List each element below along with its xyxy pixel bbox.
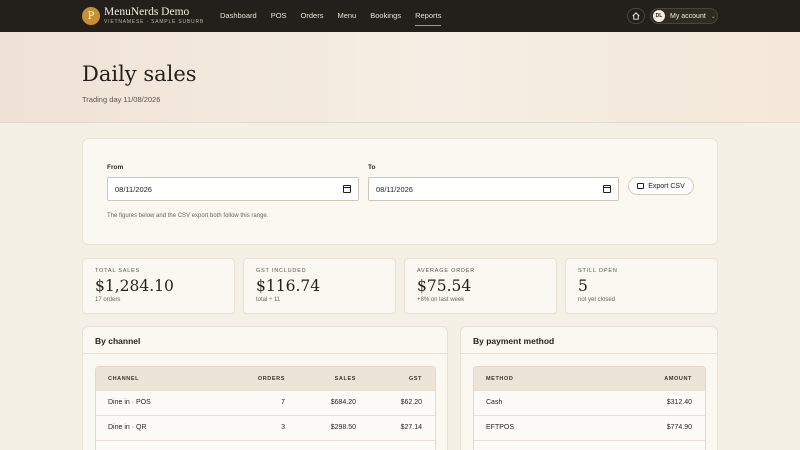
page-subtitle: Trading day 11/08/2026 <box>82 95 161 104</box>
filter-note: The figures below and the CSV export bot… <box>107 213 269 219</box>
table-header: CHANNEL ORDERS SALES GST <box>96 367 435 390</box>
from-date-input[interactable]: 08/11/2026 <box>107 177 359 201</box>
table-row[interactable] <box>474 440 705 450</box>
table-row[interactable] <box>96 440 435 450</box>
table-cell: Dine in · QR <box>108 424 147 431</box>
printer-icon <box>637 183 645 189</box>
stat-label: AVERAGE ORDER <box>417 268 475 274</box>
account-menu-button[interactable]: DL My account ⌄ <box>650 8 718 24</box>
table-cell: 3 <box>281 424 285 431</box>
table-row[interactable]: EFTPOS $774.90 <box>474 415 705 440</box>
column-header[interactable]: ORDERS <box>258 376 285 382</box>
column-header[interactable]: AMOUNT <box>664 376 692 382</box>
panel-title: By channel <box>95 336 141 346</box>
table-cell: 7 <box>281 399 285 406</box>
page-header: Daily sales Trading day 11/08/2026 <box>0 32 800 123</box>
stat-note: +8% on last week <box>417 297 465 303</box>
payment-method-table: METHOD AMOUNT Cash $312.40 EFTPOS $774.9… <box>473 366 706 450</box>
main-nav: Dashboard POS Orders Menu Bookings Repor… <box>220 0 455 32</box>
nav-item-reports[interactable]: Reports <box>415 0 442 32</box>
export-csv-label: Export CSV <box>648 182 685 190</box>
nav-item-orders[interactable]: Orders <box>301 0 324 32</box>
stat-note: total ÷ 11 <box>256 297 281 303</box>
brand-title[interactable]: MenuNerds Demo <box>104 6 189 18</box>
calendar-icon[interactable] <box>343 185 351 193</box>
stat-note: not yet closed <box>578 297 616 303</box>
stat-label: GST INCLUDED <box>256 268 307 274</box>
from-label: From <box>107 164 124 171</box>
calendar-icon[interactable] <box>603 185 611 193</box>
stat-card-still-open: STILL OPEN 5 not yet closed <box>565 258 718 314</box>
table-cell: Cash <box>486 399 503 406</box>
stat-card-total-sales: TOTAL SALES $1,284.10 17 orders <box>82 258 235 314</box>
table-cell: $62.20 <box>400 399 422 406</box>
home-button[interactable] <box>627 8 645 24</box>
panel-title: By payment method <box>473 336 555 346</box>
table-cell: $298.50 <box>330 424 356 431</box>
stat-value: 5 <box>578 277 588 295</box>
table-cell: EFTPOS <box>486 424 515 431</box>
table-cell: $312.40 <box>666 399 692 406</box>
chevron-down-icon: ⌄ <box>710 13 716 20</box>
stat-label: TOTAL SALES <box>95 268 141 274</box>
nav-item-dashboard[interactable]: Dashboard <box>220 0 257 32</box>
table-row[interactable]: Dine in · QR 3 $298.50 $27.14 <box>96 415 435 440</box>
table-header: METHOD AMOUNT <box>474 367 705 390</box>
stat-value: $116.74 <box>256 277 321 295</box>
column-header[interactable]: SALES <box>335 376 356 382</box>
top-navigation-bar: P MenuNerds Demo VIETNAMESE · SAMPLE SUB… <box>0 0 800 32</box>
by-payment-method-panel: By payment method METHOD AMOUNT Cash $31… <box>460 326 718 450</box>
table-cell: Dine in · POS <box>108 399 151 406</box>
stat-label: STILL OPEN <box>578 268 618 274</box>
avatar: DL <box>653 10 665 22</box>
nav-item-bookings[interactable]: Bookings <box>370 0 401 32</box>
to-date-value: 08/11/2026 <box>376 184 413 194</box>
table-row[interactable]: Cash $312.40 <box>474 390 705 415</box>
divider <box>461 353 717 354</box>
date-range-filter-card: From 08/11/2026 To 08/11/2026 Export CSV… <box>82 138 718 245</box>
to-label: To <box>368 164 376 171</box>
stat-value: $75.54 <box>417 277 472 295</box>
brand-logo[interactable]: P <box>82 7 100 25</box>
page-title: Daily sales <box>82 62 197 86</box>
account-label: My account <box>670 12 706 20</box>
channel-table: CHANNEL ORDERS SALES GST Dine in · POS 7… <box>95 366 436 450</box>
to-date-input[interactable]: 08/11/2026 <box>368 177 619 201</box>
brand-subtitle: VIETNAMESE · SAMPLE SUBURB <box>104 19 204 25</box>
export-csv-button[interactable]: Export CSV <box>628 177 694 195</box>
table-cell: $774.90 <box>666 424 692 431</box>
divider <box>83 353 447 354</box>
nav-item-menu[interactable]: Menu <box>337 0 356 32</box>
stat-card-average-order: AVERAGE ORDER $75.54 +8% on last week <box>404 258 557 314</box>
column-header[interactable]: METHOD <box>486 376 513 382</box>
table-cell: $27.14 <box>400 424 422 431</box>
column-header[interactable]: CHANNEL <box>108 376 139 382</box>
nav-item-pos[interactable]: POS <box>271 0 287 32</box>
table-cell: $684.20 <box>330 399 356 406</box>
table-row[interactable]: Dine in · POS 7 $684.20 $62.20 <box>96 390 435 415</box>
stat-note: 17 orders <box>95 297 121 303</box>
home-icon <box>632 12 640 20</box>
stat-value: $1,284.10 <box>95 277 174 295</box>
by-channel-panel: By channel CHANNEL ORDERS SALES GST Dine… <box>82 326 448 450</box>
from-date-value: 08/11/2026 <box>115 184 152 194</box>
column-header[interactable]: GST <box>409 376 422 382</box>
stat-card-gst-included: GST INCLUDED $116.74 total ÷ 11 <box>243 258 396 314</box>
